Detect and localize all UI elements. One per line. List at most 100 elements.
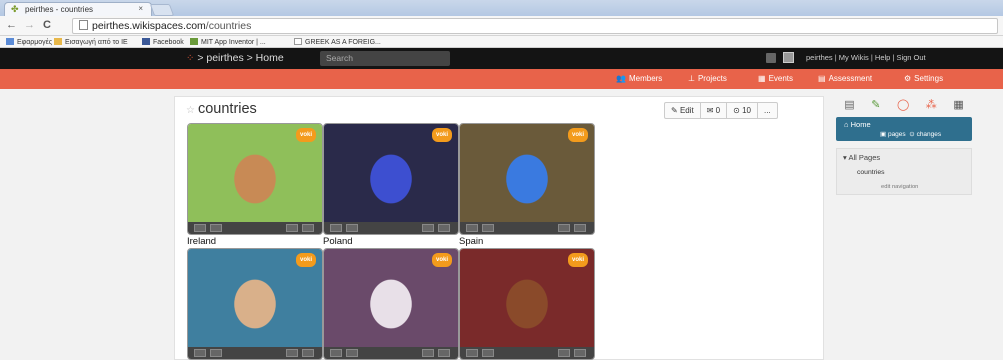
search-input[interactable]: Search: [320, 51, 450, 66]
all-pages-toggle[interactable]: ▾ All Pages: [843, 153, 880, 162]
voki-logo-icon: voki: [432, 253, 452, 267]
new-tab-button[interactable]: [149, 4, 175, 16]
card-caption: Spain: [459, 236, 484, 247]
voki-card[interactable]: voki: [187, 248, 323, 360]
url-path: /countries: [205, 20, 252, 32]
nav-projects[interactable]: ⊥ Projects: [688, 74, 727, 83]
share-icon[interactable]: [422, 349, 434, 357]
attachment-icon[interactable]: ✎: [871, 98, 880, 114]
star-icon[interactable]: ☆: [186, 105, 195, 116]
url-host: peirthes.wikispaces.com: [92, 20, 206, 32]
calendar-icon[interactable]: ▦: [953, 98, 963, 114]
hierarchy-icon[interactable]: ⁂: [926, 98, 937, 114]
notifications-icon[interactable]: [766, 53, 776, 63]
browser-tab[interactable]: ✤ peirthes - countries ×: [4, 2, 152, 16]
volume-icon[interactable]: [346, 224, 358, 232]
page-icon[interactable]: ▤: [844, 98, 854, 114]
card-caption: Poland: [323, 236, 353, 247]
play-icon[interactable]: [194, 349, 206, 357]
player-controls: [324, 347, 458, 359]
voki-logo-icon: voki: [296, 128, 316, 142]
wikispaces-logo-icon: ⁘: [186, 53, 195, 64]
comments-button[interactable]: ✉ 0: [701, 103, 728, 118]
player-controls: [460, 347, 594, 359]
play-icon[interactable]: [330, 349, 342, 357]
wiki-top-bar: ⁘ > peirthes > Home Search peirthes | My…: [0, 48, 1003, 69]
members-icon: 👥: [616, 74, 626, 83]
changes-link[interactable]: ⊙ changes: [909, 131, 941, 138]
menu-icon[interactable]: [574, 349, 586, 357]
play-icon[interactable]: [194, 224, 206, 232]
more-button[interactable]: ...: [758, 103, 777, 118]
menu-icon[interactable]: [438, 224, 450, 232]
nav-members[interactable]: 👥 Members: [616, 74, 662, 83]
volume-icon[interactable]: [346, 349, 358, 357]
volume-icon[interactable]: [482, 224, 494, 232]
clock-icon: ⊙: [733, 106, 743, 115]
bookmark-facebook[interactable]: Facebook: [142, 38, 184, 46]
assessment-icon: ▤: [818, 74, 826, 83]
share-icon[interactable]: [558, 224, 570, 232]
user-links[interactable]: peirthes | My Wikis | Help | Sign Out: [806, 53, 926, 62]
voki-card[interactable]: voki: [323, 248, 459, 360]
voki-logo-icon: voki: [568, 253, 588, 267]
edit-navigation-link[interactable]: edit navigation: [881, 184, 918, 190]
close-tab-icon[interactable]: ×: [138, 4, 143, 13]
edit-button[interactable]: ✎ Edit: [665, 103, 701, 118]
bookmark-apps[interactable]: Εφαρμογές: [6, 38, 52, 46]
home-icon: ⌂: [844, 120, 851, 129]
volume-icon[interactable]: [210, 224, 222, 232]
nav-events[interactable]: ▦ Events: [758, 74, 793, 83]
card-caption: Ireland: [187, 236, 217, 247]
avatar[interactable]: [783, 52, 794, 63]
views-button[interactable]: ⊙ 10: [727, 103, 758, 118]
comment-icon[interactable]: ◯: [897, 98, 909, 114]
browser-tab-strip: ✤ peirthes - countries ×: [0, 0, 1003, 16]
menu-icon[interactable]: [302, 349, 314, 357]
nav-assessment[interactable]: ▤ Assessment: [818, 74, 872, 83]
player-controls: [188, 222, 322, 234]
projects-icon: ⊥: [688, 74, 695, 83]
voki-logo-icon: voki: [568, 128, 588, 142]
share-icon[interactable]: [422, 224, 434, 232]
voki-card[interactable]: voki: [323, 123, 459, 235]
back-arrow-icon[interactable]: ←: [6, 19, 17, 32]
player-controls: [460, 222, 594, 234]
apps-grid-icon: [6, 38, 14, 45]
menu-icon[interactable]: [438, 349, 450, 357]
volume-icon[interactable]: [210, 349, 222, 357]
sidebar-home[interactable]: ⌂ Home ▣ pages ⊙ changes: [836, 117, 972, 141]
reload-icon[interactable]: C: [43, 19, 51, 32]
share-icon[interactable]: [286, 224, 298, 232]
voki-card[interactable]: voki: [459, 248, 595, 360]
voki-card[interactable]: voki: [187, 123, 323, 235]
share-icon[interactable]: [558, 349, 570, 357]
volume-icon[interactable]: [482, 349, 494, 357]
pages-link[interactable]: ▣ pages: [880, 131, 906, 138]
page-icon: [79, 20, 88, 30]
folder-icon: [54, 38, 62, 45]
tab-title: peirthes - countries: [25, 5, 94, 14]
voki-card[interactable]: voki: [459, 123, 595, 235]
bookmark-greek[interactable]: GREEK AS A FOREIG...: [294, 38, 381, 46]
wiki-logo[interactable]: ⁘ > peirthes > Home: [186, 52, 284, 64]
sidebar-item-countries[interactable]: countries: [857, 169, 885, 176]
address-toolbar: ← → C peirthes.wikispaces.com/countries: [0, 16, 1003, 36]
calendar-icon: ▦: [758, 74, 766, 83]
play-icon[interactable]: [466, 349, 478, 357]
play-icon[interactable]: [466, 224, 478, 232]
voki-logo-icon: voki: [432, 128, 452, 142]
menu-icon[interactable]: [574, 224, 586, 232]
address-bar[interactable]: peirthes.wikispaces.com/countries: [72, 18, 998, 34]
share-icon[interactable]: [286, 349, 298, 357]
play-icon[interactable]: [330, 224, 342, 232]
forward-arrow-icon[interactable]: →: [24, 19, 35, 32]
player-controls: [188, 347, 322, 359]
menu-icon[interactable]: [302, 224, 314, 232]
player-controls: [324, 222, 458, 234]
sidebar-tools: ▤ ✎ ◯ ⁂ ▦: [836, 98, 972, 114]
nav-settings[interactable]: ⚙ Settings: [904, 74, 943, 83]
wiki-favicon-icon: ✤: [11, 4, 19, 14]
bookmark-app-inventor[interactable]: MIT App Inventor | ...: [190, 38, 266, 46]
bookmark-ie-import[interactable]: Εισαγωγή από το IE: [54, 38, 128, 46]
